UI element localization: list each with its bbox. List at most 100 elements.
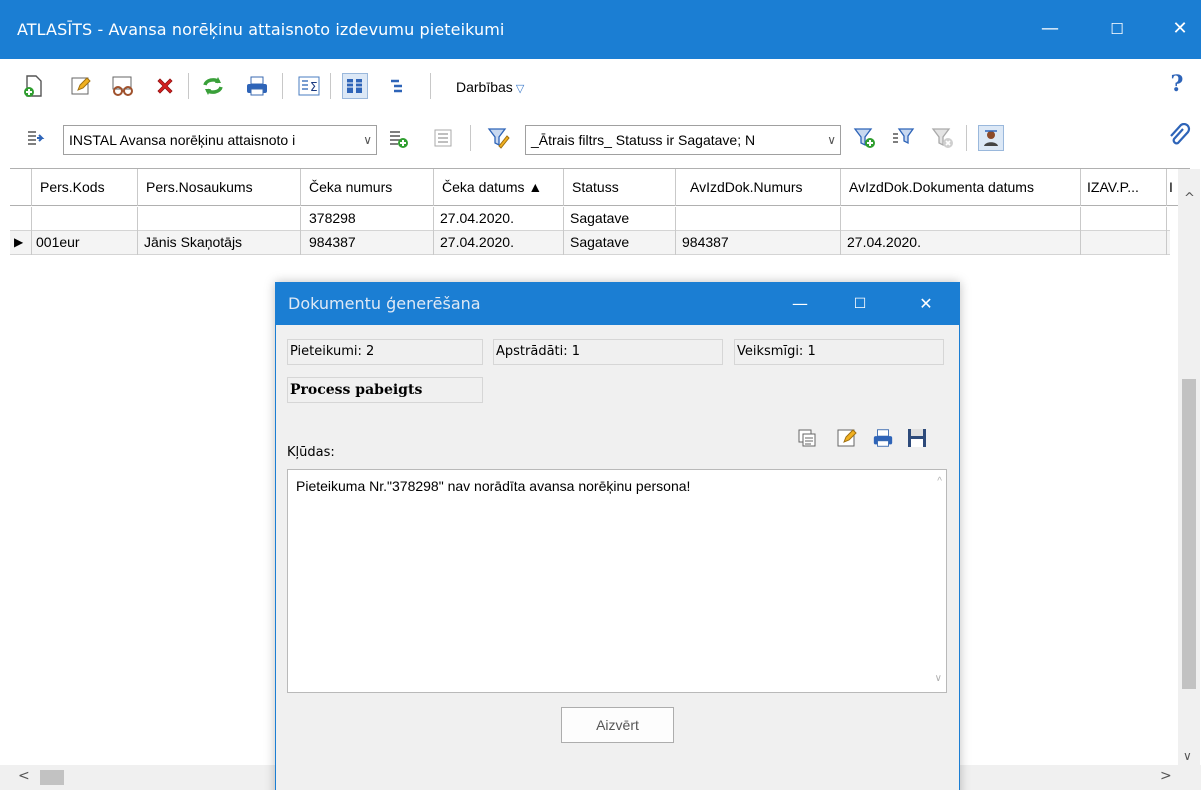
window-title: ATLASĪTS - Avansa norēķinu attaisnoto iz… xyxy=(17,20,505,39)
add-filter-icon[interactable] xyxy=(852,125,878,151)
cell-avizddok-datums: 27.04.2020. xyxy=(841,231,1081,255)
table-row[interactable]: 378298 27.04.2020. Sagatave xyxy=(10,207,1170,231)
actions-menu-label: Darbības xyxy=(456,79,513,95)
toolbar-separator xyxy=(282,73,283,99)
column-header-ceka-datums[interactable]: Čeka datums ▲ xyxy=(434,169,564,206)
dialog-minimize-button[interactable]: — xyxy=(782,291,818,317)
scroll-up-icon[interactable]: ^ xyxy=(1184,191,1195,206)
vertical-scrollbar[interactable]: ^ ∨ xyxy=(1178,169,1200,767)
filter-user-icon[interactable] xyxy=(978,125,1004,151)
cell-avizddok-numurs: 984387 xyxy=(676,231,841,255)
edit-icon[interactable] xyxy=(68,73,94,99)
vertical-scroll-thumb[interactable] xyxy=(1182,379,1196,689)
errors-label: Kļūdas: xyxy=(287,445,335,460)
window-titlebar: ATLASĪTS - Avansa norēķinu attaisnoto iz… xyxy=(0,0,1201,59)
filter-clear-icon[interactable] xyxy=(930,125,956,151)
view-select[interactable]: INSTAL Avansa norēķinu attaisnoto i ∨ xyxy=(63,125,377,155)
row-indicator xyxy=(10,207,32,231)
processed-count: Apstrādāti: 1 xyxy=(493,339,723,365)
scroll-down-icon[interactable]: ∨ xyxy=(1183,749,1192,763)
filter-toolbar: INSTAL Avansa norēķinu attaisnoto i ∨ _Ā… xyxy=(0,113,1201,165)
window-minimize-button[interactable]: — xyxy=(1030,14,1070,44)
column-header-izav[interactable]: IZAV.P... xyxy=(1081,169,1167,206)
export-icon[interactable] xyxy=(22,125,48,151)
cell-izav xyxy=(1081,207,1167,231)
table-row[interactable]: ▶ 001eur Jānis Skaņotājs 984387 27.04.20… xyxy=(10,231,1170,255)
svg-text:Σ: Σ xyxy=(310,80,318,94)
cell-extra xyxy=(1167,207,1173,231)
row-pointer-icon: ▶ xyxy=(10,231,32,255)
scroll-right-icon[interactable]: > xyxy=(1160,768,1172,784)
column-header-avizddok-numurs[interactable]: AvIzdDok.Numurs xyxy=(676,169,841,206)
cell-avizddok-datums xyxy=(841,207,1081,231)
horizontal-scroll-thumb[interactable] xyxy=(40,770,64,785)
requests-count: Pieteikumi: 2 xyxy=(287,339,483,365)
cell-ceka-datums: 27.04.2020. xyxy=(434,231,564,255)
scroll-left-icon[interactable]: < xyxy=(18,768,30,784)
cell-ceka-numurs: 378298 xyxy=(301,207,434,231)
grid-header: Pers.Kods Pers.Nosaukums Čeka numurs Ček… xyxy=(10,169,1190,206)
copy-icon[interactable] xyxy=(796,427,818,453)
column-header-pers-kods[interactable]: Pers.Kods xyxy=(32,169,138,206)
cell-ceka-numurs: 984387 xyxy=(301,231,434,255)
quick-filter-value: _Ātrais filtrs_ Statuss ir Sagatave; N xyxy=(531,132,756,148)
cell-statuss: Sagatave xyxy=(564,231,676,255)
print-text-icon[interactable] xyxy=(872,427,894,453)
chevron-down-icon: ∨ xyxy=(363,133,372,147)
dialog-title: Dokumentu ģenerēšana xyxy=(288,294,481,313)
add-view-icon[interactable] xyxy=(385,125,411,151)
chevron-down-icon: ∨ xyxy=(827,133,836,147)
filter-edit-icon[interactable] xyxy=(890,125,916,151)
edit-text-icon[interactable] xyxy=(836,427,858,453)
view-list-icon[interactable] xyxy=(430,125,456,151)
save-icon[interactable] xyxy=(906,427,928,453)
cell-statuss: Sagatave xyxy=(564,207,676,231)
filter-icon[interactable] xyxy=(486,125,512,151)
grid-header-indicator xyxy=(10,169,32,206)
toolbar-separator xyxy=(470,125,471,151)
toolbar-separator xyxy=(430,73,431,99)
sum-icon[interactable]: Σ xyxy=(296,73,322,99)
column-header-ceka-numurs[interactable]: Čeka numurs xyxy=(301,169,434,206)
dialog-close-button[interactable]: ✕ xyxy=(908,291,944,317)
cell-avizddok-numurs xyxy=(676,207,841,231)
refresh-icon[interactable] xyxy=(200,73,226,99)
attach-icon[interactable] xyxy=(1166,123,1192,149)
actions-menu[interactable]: Darbības ▽ xyxy=(456,79,524,95)
document-generation-dialog: Dokumentu ģenerēšana — ☐ ✕ Pieteikumi: 2… xyxy=(275,282,960,790)
window-maximize-button[interactable]: ☐ xyxy=(1097,14,1137,44)
cell-pers-kods xyxy=(32,207,138,231)
tree-icon[interactable] xyxy=(384,73,410,99)
cell-extra xyxy=(1167,231,1173,255)
column-header-avizddok-datums[interactable]: AvIzdDok.Dokumenta datums xyxy=(841,169,1081,206)
column-header-statuss[interactable]: Statuss xyxy=(564,169,676,206)
dialog-maximize-button[interactable]: ☐ xyxy=(842,291,878,317)
columns-icon[interactable] xyxy=(342,73,368,99)
cell-izav xyxy=(1081,231,1167,255)
quick-filter-select[interactable]: _Ātrais filtrs_ Statuss ir Sagatave; N ∨ xyxy=(525,125,841,155)
scroll-up-icon[interactable]: ^ xyxy=(937,476,942,487)
errors-textarea[interactable]: Pieteikuma Nr."378298" nav norādīta avan… xyxy=(287,469,947,693)
column-header-pers-nosaukums[interactable]: Pers.Nosaukums xyxy=(138,169,301,206)
dialog-titlebar: Dokumentu ģenerēšana — ☐ ✕ xyxy=(276,283,959,325)
print-icon[interactable] xyxy=(244,73,270,99)
chevron-down-icon: ▽ xyxy=(515,83,525,95)
view-select-value: INSTAL Avansa norēķinu attaisnoto i xyxy=(69,132,296,148)
window-close-button[interactable]: ✕ xyxy=(1160,14,1200,44)
column-header-extra[interactable]: I xyxy=(1167,169,1178,206)
dialog-footer: Aizvērt xyxy=(276,693,959,790)
help-icon[interactable]: ? xyxy=(1164,71,1190,97)
process-status: Process pabeigts xyxy=(287,377,483,403)
cell-pers-kods: 001eur xyxy=(32,231,138,255)
error-message: Pieteikuma Nr."378298" nav norādīta avan… xyxy=(296,478,691,494)
toolbar-separator xyxy=(966,125,967,151)
close-button[interactable]: Aizvērt xyxy=(561,707,674,743)
scroll-down-icon[interactable]: ∨ xyxy=(935,673,942,684)
main-toolbar: Σ Darbības ▽ ? xyxy=(0,59,1201,113)
cell-pers-nosaukums: Jānis Skaņotājs xyxy=(138,231,301,255)
view-icon[interactable] xyxy=(110,73,136,99)
cell-ceka-datums: 27.04.2020. xyxy=(434,207,564,231)
new-doc-icon[interactable] xyxy=(20,73,46,99)
cell-pers-nosaukums xyxy=(138,207,301,231)
delete-icon[interactable] xyxy=(152,73,178,99)
